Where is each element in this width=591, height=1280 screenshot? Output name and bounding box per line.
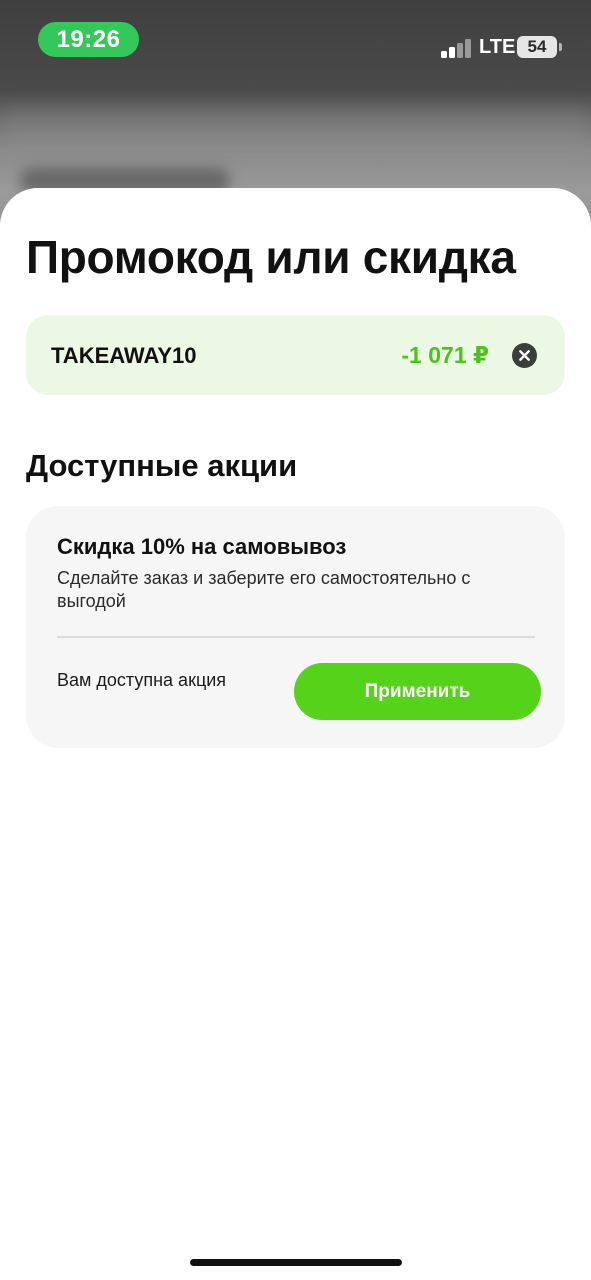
available-offers-title: Доступные акции — [26, 448, 298, 483]
offer-availability: Вам доступна акция — [57, 670, 227, 690]
cellular-signal-icon — [441, 38, 473, 58]
battery-tip — [559, 43, 562, 51]
battery-icon: 54 — [517, 36, 557, 58]
promo-bottom-sheet: Промокод или скидка TAKEAWAY10 -1 071 ₽ … — [0, 188, 591, 1280]
remove-promo-button[interactable] — [512, 343, 537, 368]
network-type: LTE — [479, 36, 516, 58]
offer-card: Скидка 10% на самовывоз Сделайте заказ и… — [26, 506, 565, 748]
promo-discount-amount: -1 071 ₽ — [401, 342, 489, 368]
offer-divider — [57, 636, 535, 638]
status-bar: 19:26 LTE 54 — [0, 0, 591, 80]
apply-offer-button[interactable]: Применить — [294, 663, 541, 720]
blurred-header — [0, 110, 591, 150]
close-icon — [519, 350, 530, 361]
sheet-title: Промокод или скидка — [26, 231, 516, 283]
promo-code: TAKEAWAY10 — [51, 343, 197, 368]
offer-title: Скидка 10% на самовывоз — [57, 534, 347, 559]
status-time: 19:26 — [38, 22, 139, 57]
applied-promo-card: TAKEAWAY10 -1 071 ₽ — [26, 315, 565, 395]
battery-level: 54 — [527, 37, 547, 56]
home-indicator[interactable] — [190, 1259, 402, 1266]
offer-description: Сделайте заказ и заберите его самостояте… — [57, 568, 471, 611]
